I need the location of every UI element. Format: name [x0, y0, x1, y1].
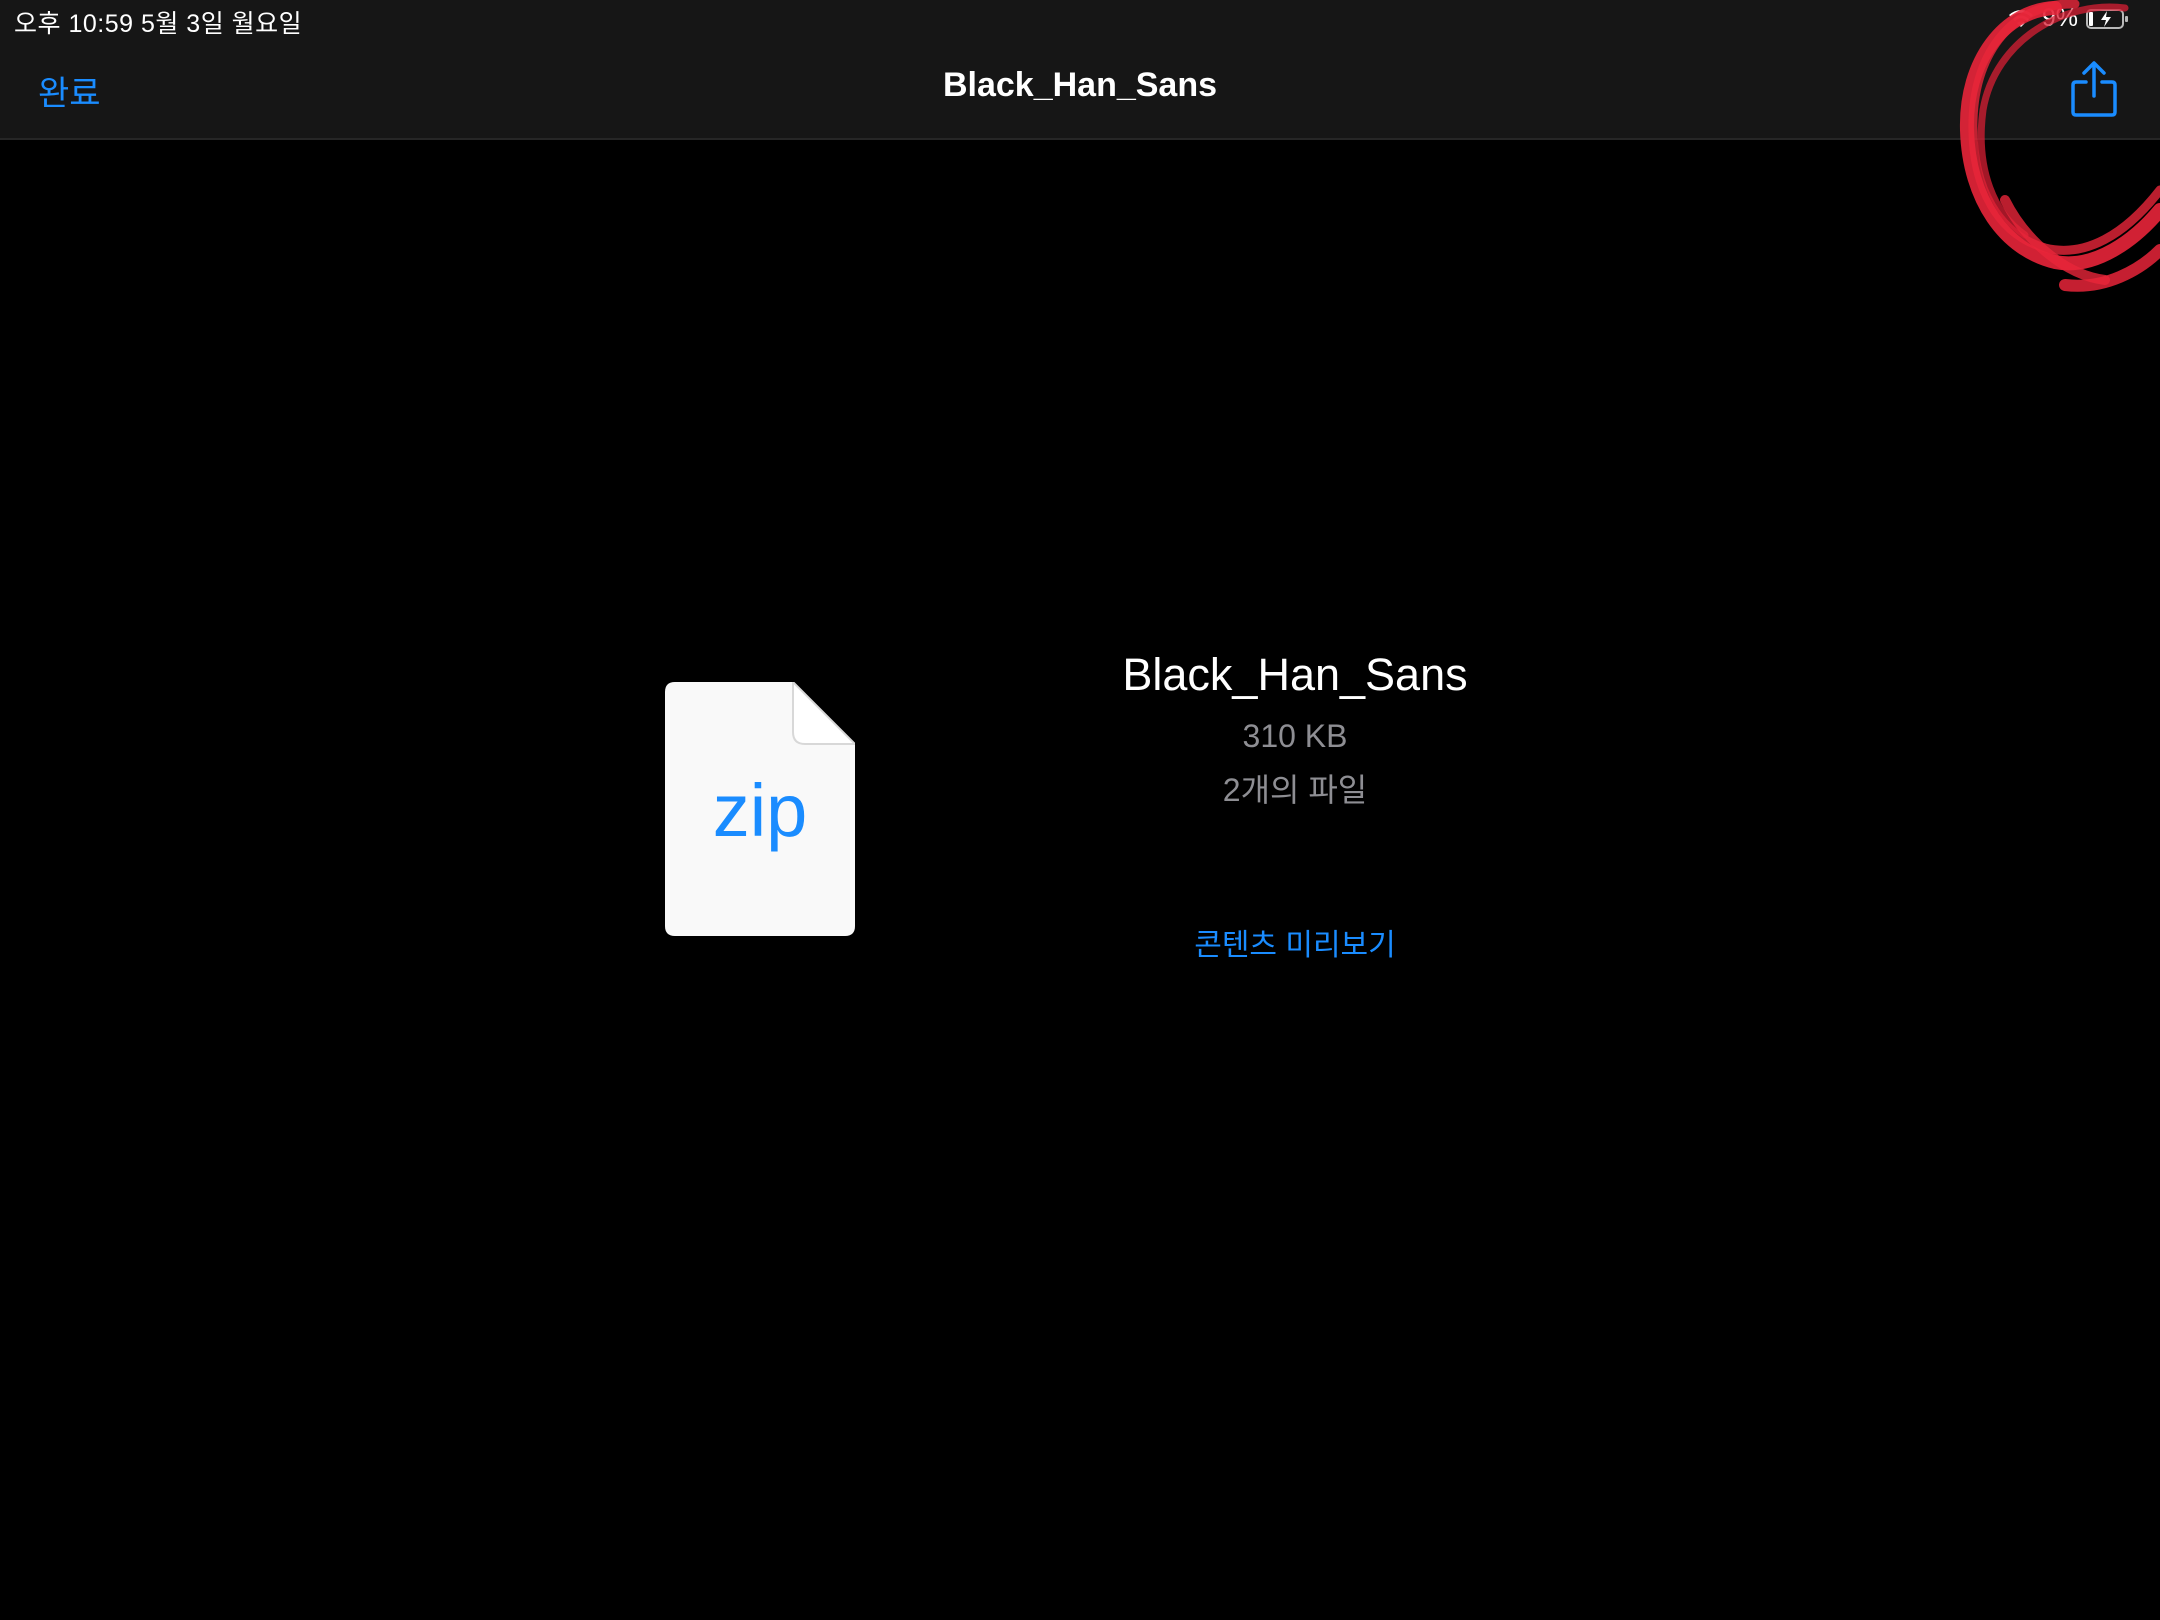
- preview-contents-button[interactable]: 콘텐츠 미리보기: [1000, 920, 1590, 964]
- battery-percent: 9%: [2041, 4, 2078, 32]
- file-count: 2개의 파일: [1222, 772, 1368, 808]
- file-size: 310 KB: [1242, 718, 1348, 754]
- file-name: Black_Han_Sans: [1122, 649, 1468, 700]
- share-icon: [2071, 61, 2117, 117]
- status-time-date: 오후 10:59 5월 3일 월요일: [14, 10, 303, 38]
- navigation-bar: 완료 Black_Han_Sans: [0, 40, 2160, 140]
- file-info: Black_Han_Sans 310 KB 2개의 파일: [1000, 645, 1590, 817]
- status-indicators: 9%: [2008, 4, 2130, 33]
- status-bar: 오후 10:59 5월 3일 월요일 9%: [0, 0, 2160, 40]
- quick-look-screen: 오후 10:59 5월 3일 월요일 9% 완료 Black_Han_Sans …: [0, 0, 2160, 1620]
- wifi-icon: [2008, 9, 2034, 29]
- share-button[interactable]: [2070, 60, 2118, 118]
- file-type-label: zip: [712, 769, 808, 852]
- page-title: Black_Han_Sans: [942, 66, 1218, 104]
- battery-charging-icon: [2086, 8, 2130, 30]
